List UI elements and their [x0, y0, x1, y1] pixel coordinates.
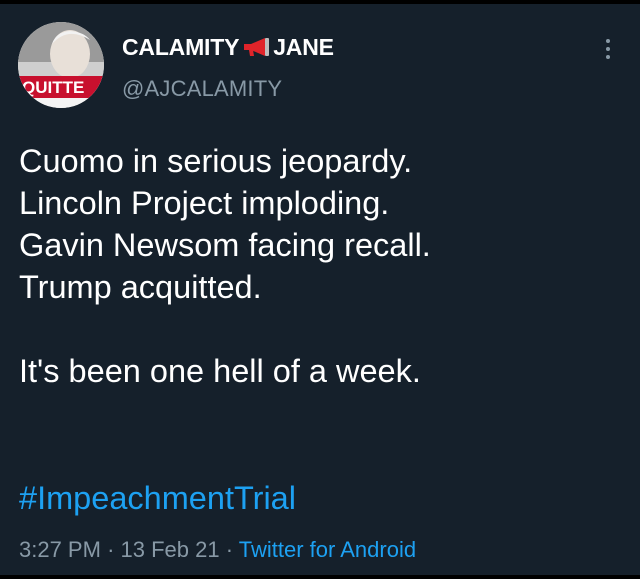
tweet-text: Cuomo in serious jeopardy. Lincoln Proje…	[19, 140, 619, 392]
avatar[interactable]: QUITTE	[18, 22, 104, 108]
user-handle[interactable]: @AJCALAMITY	[122, 76, 282, 102]
tweet-metadata: 3:27 PM · 13 Feb 21 · Twitter for Androi…	[19, 537, 416, 563]
hashtag-link[interactable]: #ImpeachmentTrial	[19, 480, 296, 517]
tweet-line: Gavin Newsom facing recall.	[19, 227, 431, 263]
tweet-line: Trump acquitted.	[19, 269, 262, 305]
tweet-time[interactable]: 3:27 PM	[19, 537, 101, 562]
separator: ·	[107, 537, 115, 562]
tweet-line: Lincoln Project imploding.	[19, 185, 390, 221]
avatar-image: QUITTE	[18, 22, 104, 108]
display-name-part2: JANE	[273, 33, 334, 60]
more-options-icon[interactable]	[598, 34, 618, 64]
source-link[interactable]: Twitter for Android	[239, 537, 416, 562]
tweet-card: QUITTE CALAMITY JANE @AJCALAMITY Cuomo i…	[0, 4, 640, 575]
avatar-label: QUITTE	[22, 78, 84, 97]
display-name[interactable]: CALAMITY JANE	[122, 32, 334, 62]
tweet-line: Cuomo in serious jeopardy.	[19, 143, 413, 179]
megaphone-icon	[241, 35, 271, 59]
display-name-part1: CALAMITY	[122, 33, 240, 60]
tweet-closing-line: It's been one hell of a week.	[19, 353, 421, 389]
separator: ·	[225, 537, 234, 562]
tweet-date[interactable]: 13 Feb 21	[121, 537, 220, 562]
